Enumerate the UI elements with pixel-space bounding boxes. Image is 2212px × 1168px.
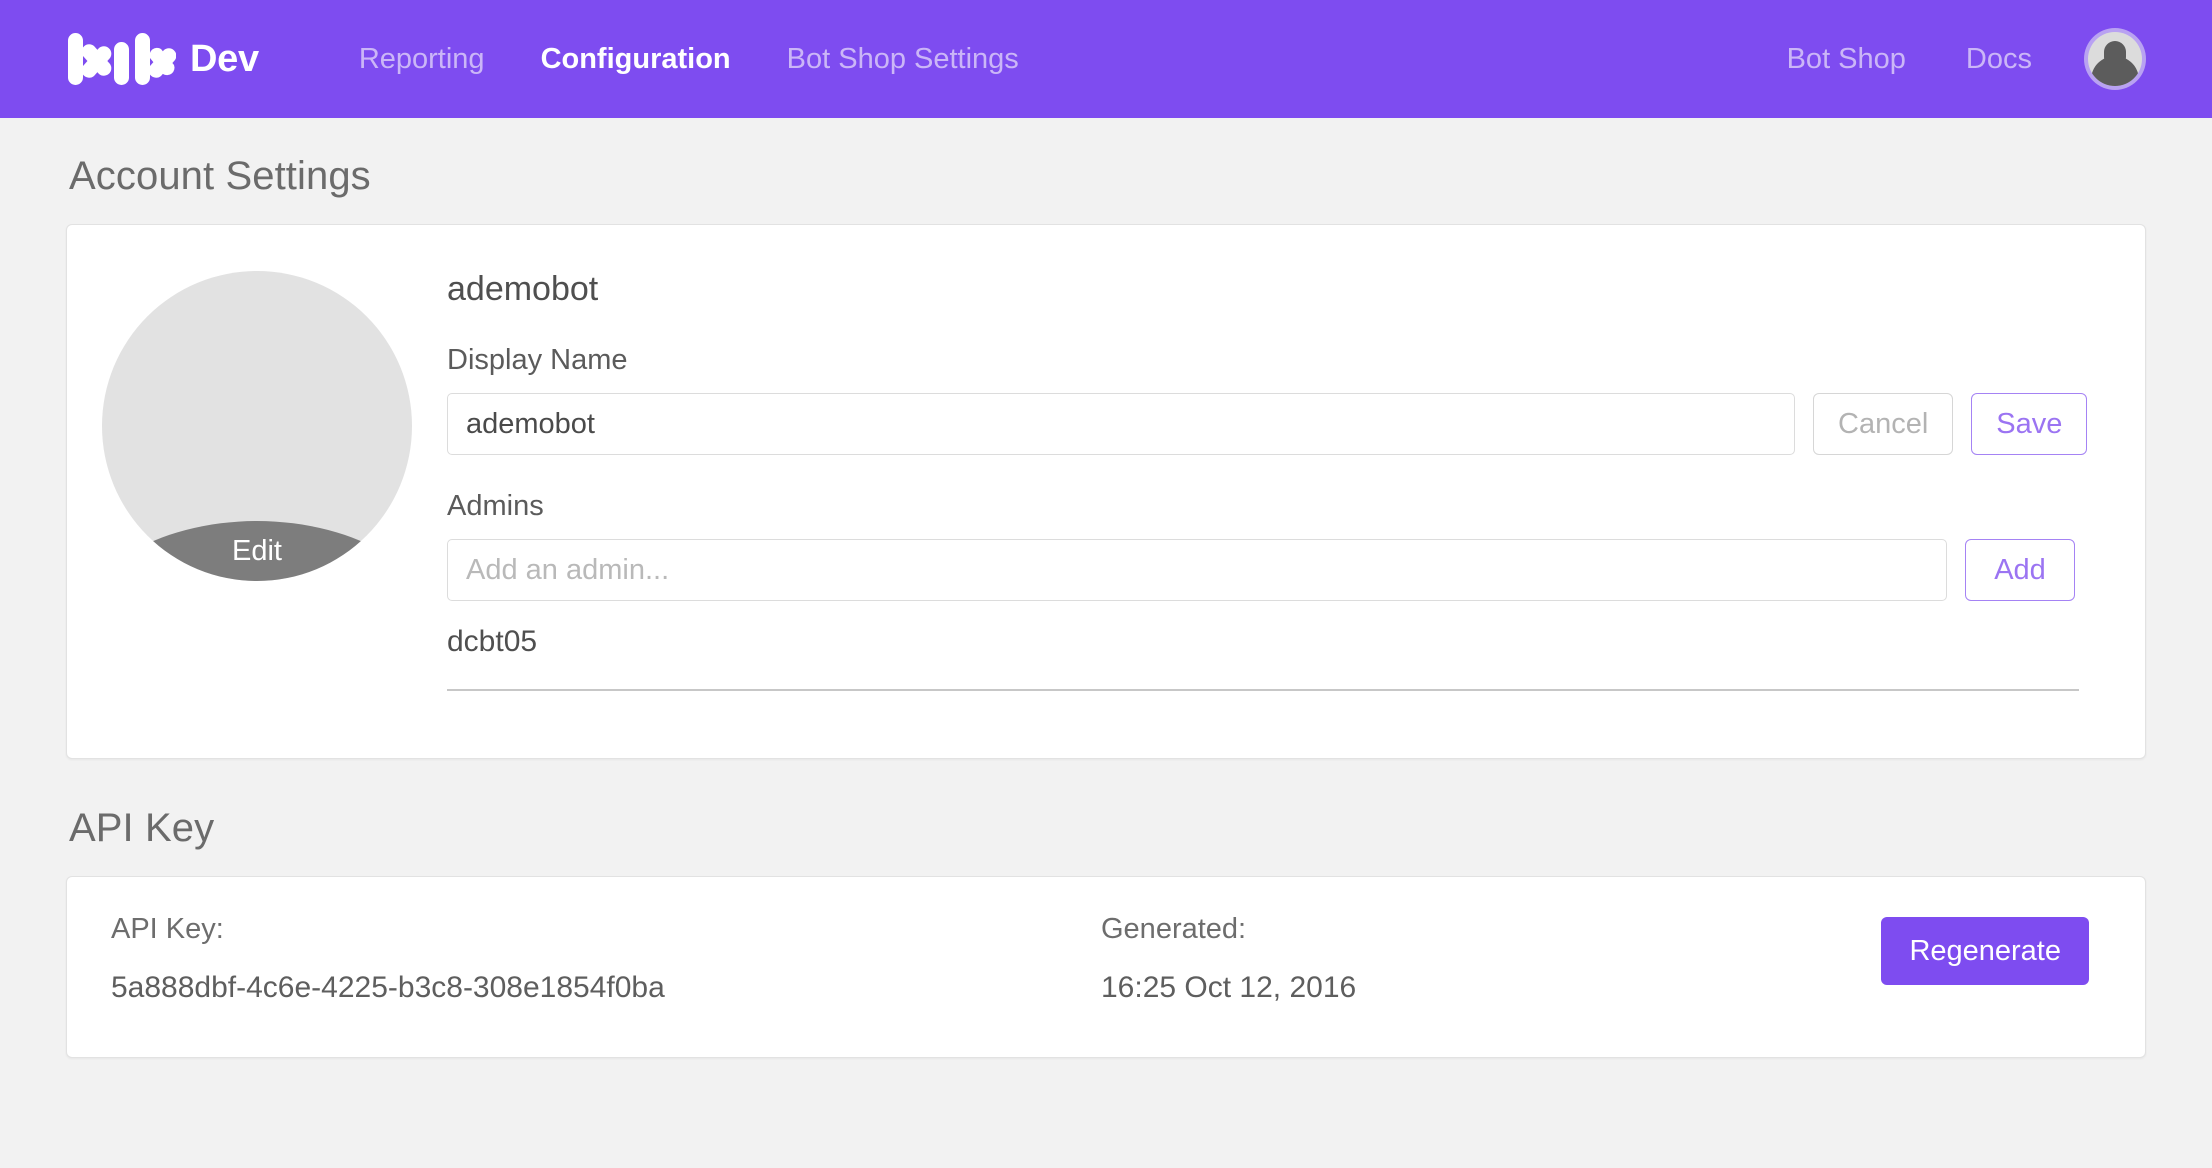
- page-content: Account Settings Edit ademobot Display N…: [0, 118, 2212, 1058]
- avatar-edit-overlay[interactable]: Edit: [102, 521, 412, 581]
- avatar-inner: [2088, 32, 2142, 86]
- generated-column: Generated: 16:25 Oct 12, 2016: [1101, 915, 1801, 1003]
- display-name-label: Display Name: [447, 309, 2145, 377]
- api-key-label: API Key:: [111, 915, 1101, 944]
- bot-avatar[interactable]: Edit: [102, 271, 412, 581]
- page-title-account-settings: Account Settings: [66, 118, 2146, 199]
- admins-label: Admins: [447, 455, 2145, 523]
- generated-value: 16:25 Oct 12, 2016: [1101, 944, 1801, 1003]
- nav-item-bot-shop-settings[interactable]: Bot Shop Settings: [759, 45, 1047, 74]
- add-admin-input[interactable]: [447, 539, 1947, 601]
- account-fields: ademobot Display Name Cancel Save Admins…: [447, 258, 2145, 758]
- display-name-input[interactable]: [447, 393, 1795, 455]
- nav-item-reporting[interactable]: Reporting: [331, 45, 513, 74]
- secondary-nav: Bot Shop Docs: [1757, 28, 2146, 90]
- api-key-column: API Key: 5a888dbf-4c6e-4225-b3c8-308e185…: [111, 915, 1101, 1003]
- avatar-column: Edit: [67, 258, 447, 758]
- save-button[interactable]: Save: [1971, 393, 2087, 455]
- avatar-body-shape: [2091, 56, 2139, 86]
- admins-list: dcbt05: [447, 601, 2145, 691]
- admins-row: Add: [447, 523, 2145, 601]
- cancel-button[interactable]: Cancel: [1813, 393, 1953, 455]
- brand-suffix: Dev: [190, 40, 259, 78]
- user-avatar-icon[interactable]: [2084, 28, 2146, 90]
- nav-item-docs[interactable]: Docs: [1936, 45, 2062, 74]
- api-key-value: 5a888dbf-4c6e-4225-b3c8-308e1854f0ba: [111, 944, 1101, 1003]
- list-item: dcbt05: [447, 619, 2079, 691]
- nav-item-bot-shop[interactable]: Bot Shop: [1757, 45, 1936, 74]
- account-settings-card: Edit ademobot Display Name Cancel Save A…: [66, 224, 2146, 759]
- generated-label: Generated:: [1101, 915, 1801, 944]
- avatar-edit-label: Edit: [232, 537, 282, 581]
- regenerate-button[interactable]: Regenerate: [1881, 917, 2089, 985]
- add-admin-button[interactable]: Add: [1965, 539, 2075, 601]
- nav-item-configuration[interactable]: Configuration: [513, 45, 759, 74]
- page-title-api-key: API Key: [66, 759, 2146, 851]
- display-name-row: Cancel Save: [447, 377, 2145, 455]
- kik-logo-icon: [68, 33, 176, 85]
- bot-username: ademobot: [447, 258, 2145, 309]
- api-key-card: API Key: 5a888dbf-4c6e-4225-b3c8-308e185…: [66, 876, 2146, 1058]
- primary-nav: Reporting Configuration Bot Shop Setting…: [331, 45, 1047, 74]
- brand-logo[interactable]: Dev: [68, 33, 259, 85]
- top-navbar: Dev Reporting Configuration Bot Shop Set…: [0, 0, 2212, 118]
